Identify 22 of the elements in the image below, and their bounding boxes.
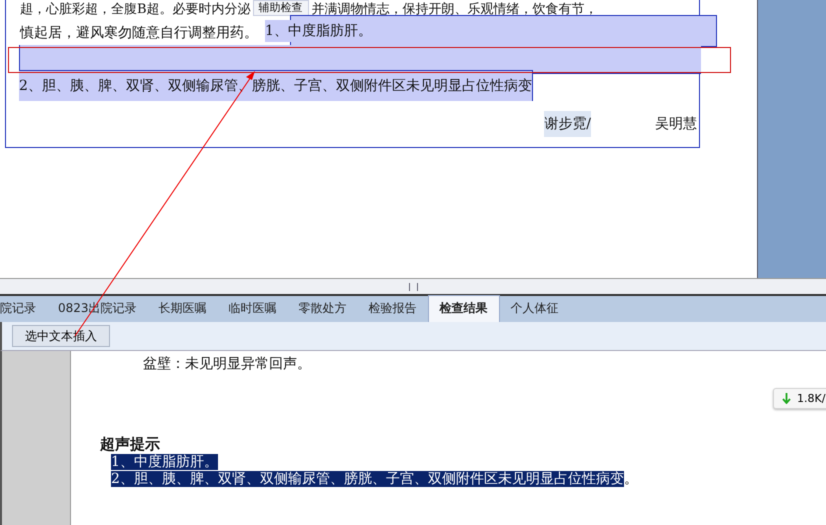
tab[interactable]: 院记录 <box>0 300 47 322</box>
document-text: 慎起居，避风寒勿随意自行调整用药。 <box>20 24 258 42</box>
tab[interactable]: 检查结果 <box>428 295 500 322</box>
conclusion-text: 1、中度脂肪肝。 <box>111 454 218 470</box>
tab[interactable]: 临时医嘱 <box>218 300 288 322</box>
tab[interactable]: 个人体征 <box>500 300 570 322</box>
insert-selection-button[interactable]: 选中文本插入 <box>12 325 110 347</box>
tab[interactable]: 长期医嘱 <box>148 300 218 322</box>
conclusion-text: 。 <box>624 471 638 487</box>
signature-text: 吴明慧 <box>655 115 697 134</box>
signature-text: 谢步霓/ <box>544 111 591 137</box>
conclusion-text: 2、胆、胰、脾、双肾、双侧输尿管、膀胱、子宫、双侧附件区未见明显占位性病变 <box>111 471 624 487</box>
tab[interactable]: 检验报告 <box>358 300 428 322</box>
speed-text: 1.8K/ <box>797 392 826 405</box>
tab[interactable]: 零散处方 <box>288 300 358 322</box>
download-icon <box>782 393 791 404</box>
report-heading: 超声提示 <box>100 435 161 454</box>
splitter-handle[interactable] <box>0 278 826 296</box>
report-text: 盆壁：未见明显异常回声。 <box>142 355 312 373</box>
document-text: 趄，心脏彩超，全腹B超。必要时内分泌 <box>20 1 251 18</box>
tooltip: 辅助检查 <box>252 0 309 16</box>
document-text: 并满调物情志，保持开朗、乐观情绪，饮食有节， <box>312 1 598 18</box>
